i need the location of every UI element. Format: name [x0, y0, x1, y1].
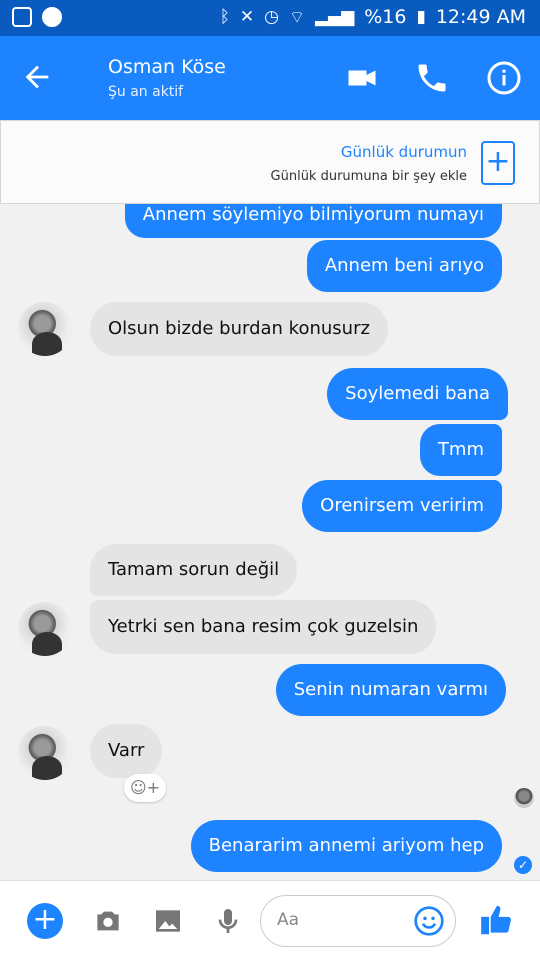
day-story-subtitle: Günlük durumuna bir şey ekle — [270, 169, 467, 184]
message-bubble-outgoing[interactable]: Soylemedi bana — [327, 368, 508, 420]
delivered-check-icon: ✓ — [514, 856, 532, 874]
day-story-title: Günlük durumun — [340, 143, 467, 161]
status-bar: ᛒ ✕ ◷ ⌔ ▂▄▆ %16 ▮ 12:49 AM — [0, 0, 540, 36]
battery-icon: ▮ — [416, 7, 426, 27]
read-receipt-avatar — [514, 788, 534, 808]
contact-avatar[interactable] — [18, 726, 72, 780]
message-bubble-outgoing[interactable]: Annem beni arıyo — [306, 240, 502, 292]
emoji-icon[interactable] — [413, 905, 445, 937]
contact-avatar[interactable] — [18, 602, 72, 656]
message-bubble-incoming[interactable]: Varr — [90, 724, 163, 778]
message-composer: + Aa — [0, 880, 540, 960]
back-arrow-icon[interactable] — [20, 60, 54, 94]
wifi-icon: ⌔ — [289, 7, 305, 28]
bluetooth-icon: ᛒ — [219, 7, 230, 27]
day-story-banner[interactable]: Günlük durumun Günlük durumuna bir şey e… — [0, 120, 540, 204]
clock: 12:49 AM — [435, 6, 526, 28]
contact-status: Şu an aktif — [108, 84, 184, 100]
whatsapp-notification-icon — [42, 7, 62, 27]
phone-call-icon[interactable] — [414, 60, 450, 96]
alarm-icon: ◷ — [264, 7, 279, 27]
microphone-icon[interactable] — [212, 905, 244, 937]
gallery-icon[interactable] — [152, 905, 184, 937]
message-bubble-outgoing[interactable]: Annem söylemiyo bilmiyorum numayı — [124, 204, 502, 238]
contact-avatar[interactable] — [18, 302, 72, 356]
message-bubble-outgoing[interactable]: Benararim annemi ariyom hep — [190, 820, 502, 872]
gallery-notification-icon — [12, 7, 32, 27]
conversation-header: Osman Köse Şu an aktif — [0, 36, 540, 120]
message-bubble-incoming[interactable]: Yetrki sen bana resim çok guzelsin — [90, 600, 437, 654]
signal-icon: ▂▄▆ — [314, 7, 355, 27]
message-bubble-outgoing[interactable]: Senin numaran varmı — [275, 664, 506, 716]
message-bubble-incoming[interactable]: Olsun bizde burdan konusurz — [90, 302, 388, 356]
add-reaction-icon[interactable]: ☺+ — [124, 774, 166, 802]
like-thumb-icon[interactable] — [478, 901, 516, 939]
contact-name[interactable]: Osman Köse — [108, 56, 226, 78]
message-bubble-outgoing[interactable]: Orenirsem veririm — [302, 480, 502, 532]
message-input-placeholder: Aa — [277, 910, 300, 930]
message-bubble-outgoing[interactable]: Tmm — [419, 424, 502, 476]
message-list[interactable]: Annem söylemiyo bilmiyorum numayı Annem … — [0, 204, 540, 880]
camera-icon[interactable] — [92, 905, 124, 937]
more-actions-icon[interactable]: + — [27, 903, 63, 939]
mute-icon: ✕ — [239, 7, 255, 27]
message-bubble-incoming[interactable]: Tamam sorun değil — [90, 544, 298, 596]
message-input[interactable]: Aa — [260, 895, 456, 947]
battery-percent: %16 — [364, 6, 407, 28]
add-day-story-icon[interactable]: + — [481, 141, 515, 185]
info-icon[interactable] — [486, 60, 522, 96]
video-call-icon[interactable] — [344, 60, 380, 96]
